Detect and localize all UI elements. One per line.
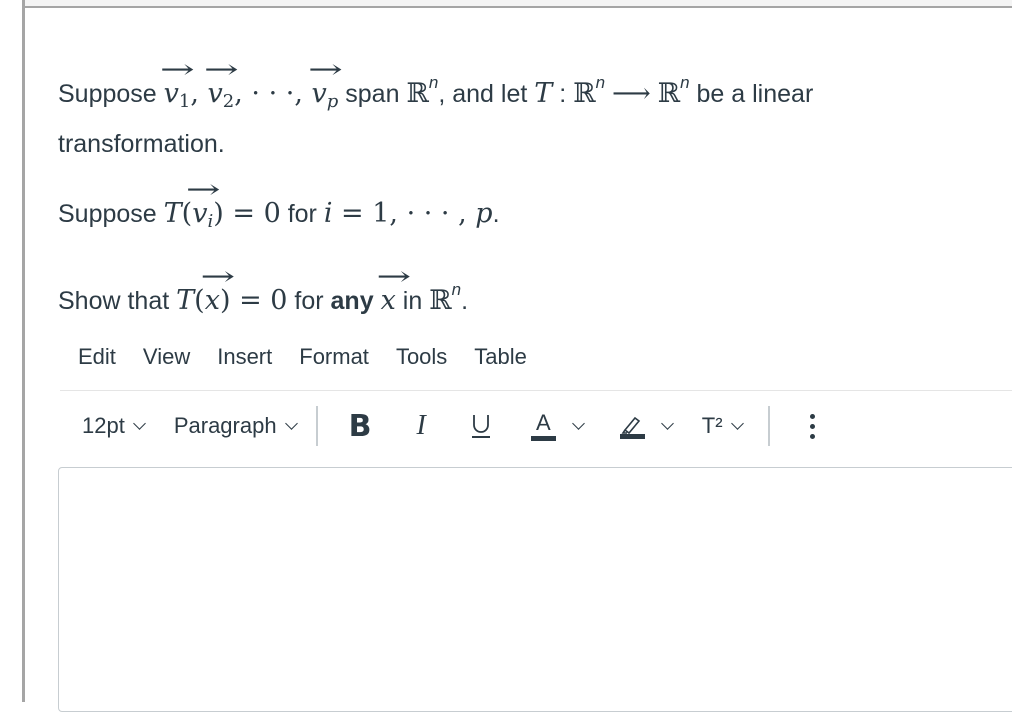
top-strip <box>24 0 1012 8</box>
text-color-button[interactable]: A <box>530 411 585 441</box>
question-paragraph-1: Suppose v1, v2, · · ·, vp span ℝn, and l… <box>58 62 958 165</box>
bold-button[interactable]: B <box>349 409 372 444</box>
question-text: Suppose v1, v2, · · ·, vp span ℝn, and l… <box>58 62 958 348</box>
font-size-dropdown[interactable]: 12pt <box>82 413 146 439</box>
chevron-down-icon <box>571 417 585 430</box>
highlight-color-button[interactable] <box>619 413 674 439</box>
editor-toolbar: 12pt Paragraph B I A T² <box>82 404 1012 448</box>
menu-tools[interactable]: Tools <box>396 344 447 370</box>
menu-view[interactable]: View <box>143 344 190 370</box>
left-border <box>22 0 25 702</box>
menu-edit[interactable]: Edit <box>78 344 116 370</box>
underline-icon <box>471 415 490 438</box>
superscript-icon: T² <box>701 413 723 438</box>
menu-format[interactable]: Format <box>299 344 369 370</box>
bold-icon: B <box>348 408 372 444</box>
question-paragraph-3: Show that T(x) = 0 for any x in ℝn. <box>58 269 958 322</box>
menubar-divider <box>60 390 1012 391</box>
menu-insert[interactable]: Insert <box>217 344 272 370</box>
question-paragraph-2: Suppose T(vi) = 0 for i = 1, · · · , p. <box>58 191 958 243</box>
text-color-icon: A <box>530 411 556 441</box>
chevron-down-icon <box>132 417 146 430</box>
more-options-button[interactable] <box>809 413 815 439</box>
menu-table[interactable]: Table <box>474 344 527 370</box>
rich-text-editor-area[interactable] <box>58 467 1012 712</box>
highlighter-icon <box>619 416 645 439</box>
chevron-down-icon <box>284 417 298 430</box>
italic-icon: I <box>416 410 426 441</box>
toolbar-separator <box>315 406 318 446</box>
underline-button[interactable] <box>469 413 493 439</box>
chevron-down-icon <box>730 417 744 430</box>
chevron-down-icon <box>660 417 674 430</box>
superscript-button[interactable]: T² <box>701 413 744 439</box>
italic-button[interactable]: I <box>416 410 425 442</box>
block-format-dropdown[interactable]: Paragraph <box>174 413 298 439</box>
toolbar-separator <box>767 406 770 446</box>
editor-menubar: Edit View Insert Format Tools Table <box>78 344 554 370</box>
